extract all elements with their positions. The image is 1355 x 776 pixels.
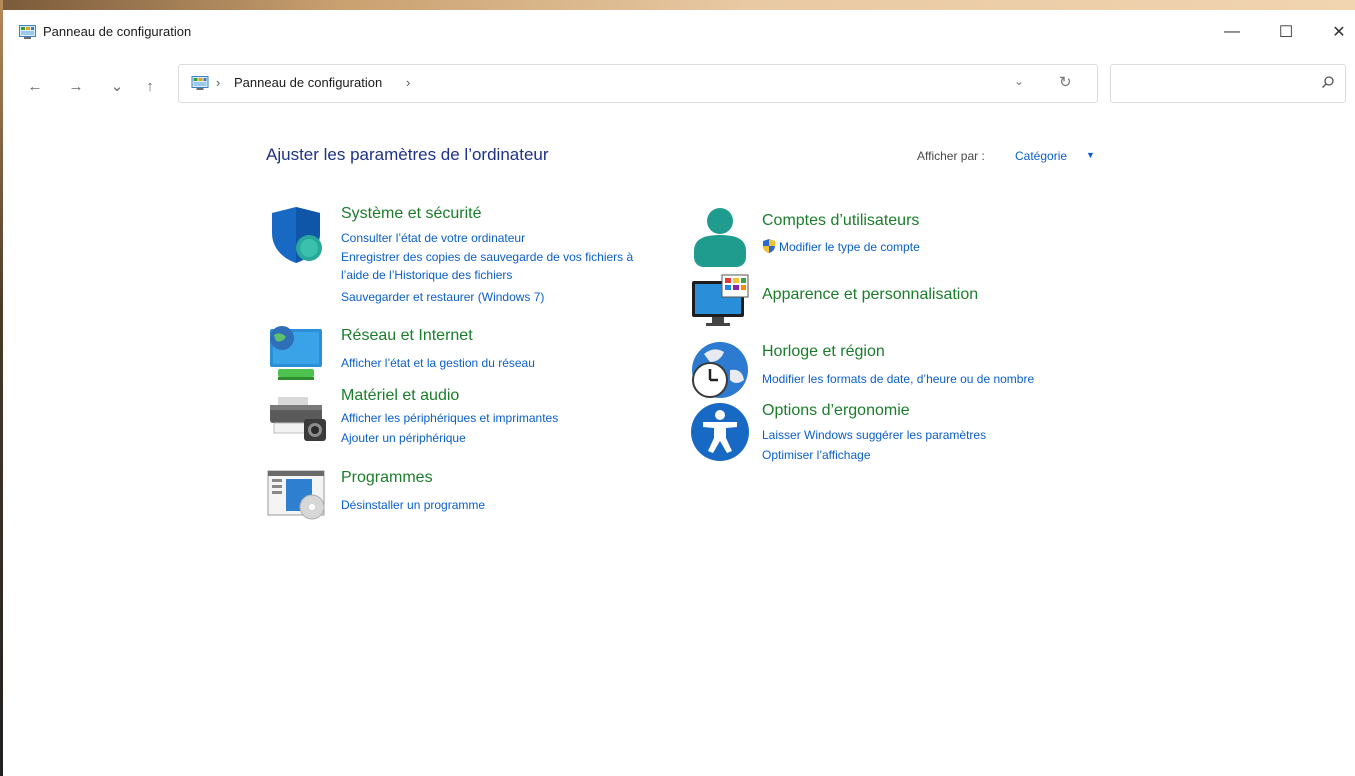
view-by-dropdown[interactable]: Catégorie — [1015, 149, 1067, 163]
link-let-windows-suggest[interactable]: Laisser Windows suggérer les paramètres — [762, 427, 986, 444]
link-change-date-formats[interactable]: Modifier les formats de date, d’heure ou… — [762, 371, 1034, 388]
category-title-hardware[interactable]: Matériel et audio — [341, 387, 459, 405]
window-title: Panneau de configuration — [43, 24, 192, 39]
chevron-down-icon: ⌄ — [110, 78, 124, 95]
accessibility-icon[interactable] — [690, 401, 752, 463]
desktop-edge-left — [0, 0, 3, 776]
category-title-clock-region[interactable]: Horloge et région — [762, 343, 885, 361]
back-button[interactable]: ← — [25, 76, 45, 96]
desktop-edge-top — [0, 0, 1355, 10]
title-bar: Panneau de configuration — ☐ ✕ — [3, 10, 1355, 56]
maximize-icon: ☐ — [1278, 24, 1294, 41]
breadcrumb-separator[interactable]: › — [406, 75, 410, 90]
forward-button[interactable]: → — [66, 76, 86, 96]
link-file-history-backup-cont[interactable]: l’aide de l’Historique des fichiers — [341, 267, 512, 284]
recent-locations-button[interactable]: ⌄ — [107, 76, 127, 96]
link-add-device[interactable]: Ajouter un périphérique — [341, 430, 466, 447]
close-button[interactable]: ✕ — [1316, 16, 1355, 48]
clock-globe-icon[interactable] — [690, 340, 752, 402]
category-title-network[interactable]: Réseau et Internet — [341, 327, 473, 345]
up-button[interactable]: ↑ — [140, 76, 160, 96]
link-devices-printers[interactable]: Afficher les périphériques et imprimante… — [341, 410, 558, 427]
page-title: Ajuster les paramètres de l’ordinateur — [266, 145, 549, 164]
search-box[interactable] — [1110, 64, 1346, 103]
category-title-system-security[interactable]: Système et sécurité — [341, 205, 482, 223]
uac-shield-icon — [762, 239, 776, 258]
printer-icon[interactable] — [266, 387, 328, 449]
link-check-computer-status[interactable]: Consulter l’état de votre ordinateur — [341, 230, 525, 247]
search-input[interactable] — [1119, 73, 1313, 95]
link-uninstall-program[interactable]: Désinstaller un programme — [341, 497, 485, 514]
link-optimize-display[interactable]: Optimiser l’affichage — [762, 447, 871, 464]
control-panel-icon — [191, 76, 209, 90]
category-title-ease-of-access[interactable]: Options d’ergonomie — [762, 402, 910, 420]
forward-arrow-icon: → — [68, 77, 84, 95]
up-arrow-icon: ↑ — [146, 77, 154, 95]
shield-icon[interactable] — [266, 205, 328, 267]
maximize-button[interactable]: ☐ — [1263, 16, 1309, 48]
programs-disc-icon[interactable] — [266, 467, 328, 529]
link-network-status[interactable]: Afficher l’état et la gestion du réseau — [341, 355, 535, 372]
category-title-accounts[interactable]: Comptes d’utilisateurs — [762, 212, 919, 230]
search-icon[interactable] — [1321, 75, 1335, 94]
address-dropdown-icon[interactable]: ⌄ — [1014, 74, 1024, 88]
close-icon: ✕ — [1332, 24, 1346, 41]
link-file-history-backup[interactable]: Enregistrer des copies de sauvegarde de … — [341, 249, 633, 266]
monitor-palette-icon[interactable] — [690, 273, 752, 335]
refresh-icon[interactable]: ↻ — [1059, 73, 1072, 91]
minimize-button[interactable]: — — [1209, 16, 1255, 48]
link-backup-restore[interactable]: Sauvegarder et restaurer (Windows 7) — [341, 289, 544, 306]
back-arrow-icon: ← — [27, 77, 43, 95]
user-icon[interactable] — [690, 207, 752, 269]
breadcrumb-separator: › — [216, 75, 221, 90]
navigation-bar: ← → ⌄ ↑ › Panneau de configuration › ⌄ ↻ — [3, 56, 1355, 114]
view-by-label: Afficher par : — [917, 149, 985, 163]
minimize-icon: — — [1224, 23, 1240, 40]
globe-monitor-icon[interactable] — [266, 325, 328, 387]
address-bar[interactable]: › Panneau de configuration › ⌄ ↻ — [178, 64, 1098, 103]
control-panel-icon — [19, 25, 36, 39]
caret-down-icon[interactable]: ▼ — [1086, 150, 1095, 160]
breadcrumb-control-panel[interactable]: Panneau de configuration — [234, 75, 382, 90]
category-title-programs[interactable]: Programmes — [341, 469, 433, 487]
link-change-account-type[interactable]: Modifier le type de compte — [779, 239, 920, 256]
category-title-appearance[interactable]: Apparence et personnalisation — [762, 286, 978, 304]
